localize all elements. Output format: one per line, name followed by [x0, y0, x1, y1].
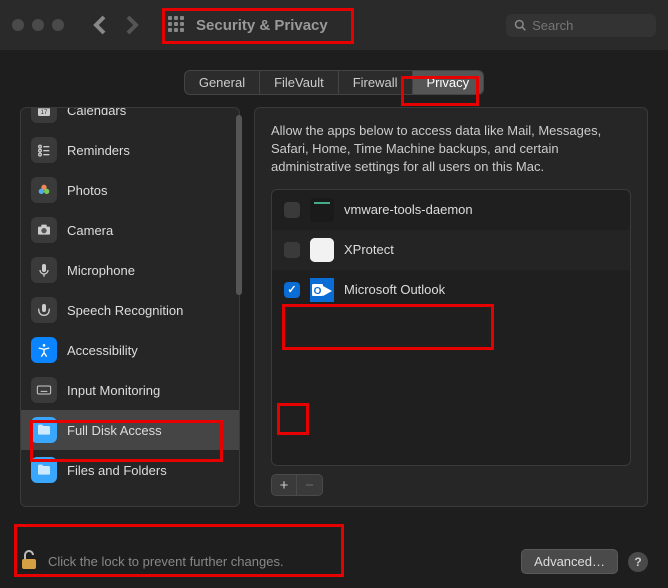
reminders-icon — [31, 137, 57, 163]
sidebar-item-speech-recognition[interactable]: Speech Recognition — [21, 290, 239, 330]
tab-general[interactable]: General — [185, 71, 260, 94]
forward-button[interactable] — [120, 13, 144, 37]
sidebar-item-label: Camera — [67, 223, 113, 238]
accessibility-icon — [31, 337, 57, 363]
sidebar-item-label: Files and Folders — [67, 463, 167, 478]
sidebar-item-reminders[interactable]: Reminders — [21, 130, 239, 170]
sidebar-item-label: Speech Recognition — [67, 303, 183, 318]
content-description: Allow the apps below to access data like… — [271, 122, 631, 177]
sidebar-item-label: Reminders — [67, 143, 130, 158]
keyboard-icon — [31, 377, 57, 403]
sidebar-item-label: Input Monitoring — [67, 383, 160, 398]
sidebar-item-full-disk-access[interactable]: Full Disk Access — [21, 410, 239, 450]
lock-icon[interactable] — [20, 549, 38, 574]
close-window-button[interactable] — [12, 19, 24, 31]
sidebar-item-label: Full Disk Access — [67, 423, 162, 438]
toolbar: Security & Privacy — [0, 0, 668, 50]
app-icon — [310, 198, 334, 222]
folder-icon — [31, 417, 57, 443]
app-list: vmware-tools-daemon XProtect O Microsoft Ou… — [271, 189, 631, 466]
app-checkbox[interactable] — [284, 242, 300, 258]
list-buttons: + − — [271, 474, 631, 496]
search-field[interactable] — [506, 14, 656, 37]
back-button[interactable] — [88, 13, 112, 37]
lock-text: Click the lock to prevent further change… — [48, 554, 284, 569]
sidebar-scrollbar[interactable] — [236, 115, 242, 295]
app-icon — [310, 238, 334, 262]
sidebar-item-input-monitoring[interactable]: Input Monitoring — [21, 370, 239, 410]
folder-icon — [31, 457, 57, 483]
remove-app-button[interactable]: − — [297, 474, 323, 496]
svg-text:O: O — [314, 286, 322, 297]
tab-filevault[interactable]: FileVault — [260, 71, 339, 94]
tabs: GeneralFileVaultFirewallPrivacy — [184, 70, 484, 95]
camera-icon — [31, 217, 57, 243]
microphone-icon — [31, 257, 57, 283]
sidebar-item-photos[interactable]: Photos — [21, 170, 239, 210]
app-row[interactable]: vmware-tools-daemon — [272, 190, 630, 230]
add-app-button[interactable]: + — [271, 474, 297, 496]
sidebar-item-label: Microphone — [67, 263, 135, 278]
help-button[interactable]: ? — [628, 552, 648, 572]
tabs-row: GeneralFileVaultFirewallPrivacy — [0, 50, 668, 107]
traffic-lights — [12, 19, 64, 31]
sidebar-item-calendars[interactable]: 17 Calendars — [21, 107, 239, 130]
speech-icon — [31, 297, 57, 323]
tab-privacy[interactable]: Privacy — [413, 71, 484, 94]
zoom-window-button[interactable] — [52, 19, 64, 31]
calendar-icon: 17 — [31, 107, 57, 123]
minimize-window-button[interactable] — [32, 19, 44, 31]
sidebar-item-files-and-folders[interactable]: Files and Folders — [21, 450, 239, 490]
main-area: 17 Calendars Reminders Photos Camera Micropho… — [0, 107, 668, 507]
app-checkbox[interactable] — [284, 282, 300, 298]
privacy-sidebar: 17 Calendars Reminders Photos Camera Micropho… — [20, 107, 240, 507]
search-input[interactable] — [532, 18, 648, 33]
photos-icon — [31, 177, 57, 203]
footer: Click the lock to prevent further change… — [0, 535, 668, 588]
app-row[interactable]: XProtect — [272, 230, 630, 270]
sidebar-item-label: Photos — [67, 183, 107, 198]
app-icon: O — [310, 278, 334, 302]
all-prefs-icon[interactable] — [168, 16, 186, 34]
app-name-label: XProtect — [344, 242, 394, 257]
search-icon — [514, 18, 526, 32]
app-row[interactable]: O Microsoft Outlook — [272, 270, 630, 310]
sidebar-item-accessibility[interactable]: Accessibility — [21, 330, 239, 370]
sidebar-item-microphone[interactable]: Microphone — [21, 250, 239, 290]
sidebar-item-camera[interactable]: Camera — [21, 210, 239, 250]
svg-text:17: 17 — [41, 110, 48, 116]
tab-firewall[interactable]: Firewall — [339, 71, 413, 94]
content-pane: Allow the apps below to access data like… — [254, 107, 648, 507]
sidebar-item-label: Calendars — [67, 107, 126, 118]
app-checkbox[interactable] — [284, 202, 300, 218]
app-name-label: vmware-tools-daemon — [344, 202, 473, 217]
sidebar-item-label: Accessibility — [67, 343, 138, 358]
advanced-button[interactable]: Advanced… — [521, 549, 618, 574]
app-name-label: Microsoft Outlook — [344, 282, 445, 297]
window-title: Security & Privacy — [196, 17, 328, 34]
